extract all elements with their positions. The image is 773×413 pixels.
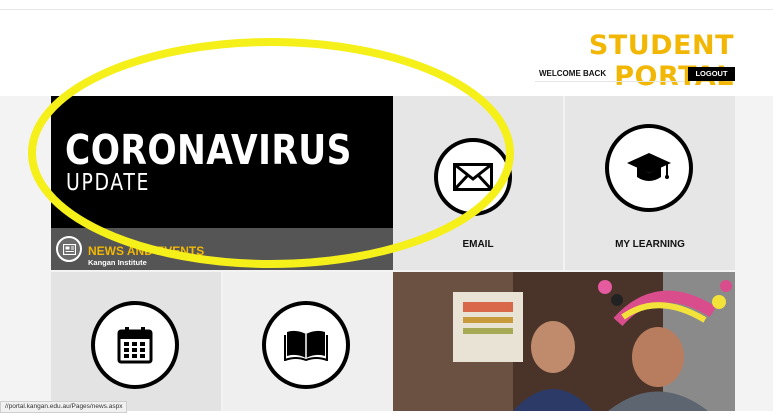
my-learning-label: MY LEARNING bbox=[615, 239, 685, 250]
email-icon-circle bbox=[434, 138, 512, 216]
my-learning-tile[interactable]: MY LEARNING bbox=[565, 96, 735, 270]
page-title: STUDENT PORTAL bbox=[588, 30, 734, 92]
book-icon bbox=[284, 330, 328, 361]
campus-photo[interactable] bbox=[393, 272, 735, 411]
learning-icon-circle bbox=[605, 124, 693, 212]
email-label: EMAIL bbox=[462, 239, 494, 250]
header-divider bbox=[0, 9, 773, 10]
library-tile[interactable] bbox=[223, 272, 393, 411]
logout-button[interactable]: LOGOUT bbox=[688, 67, 735, 81]
news-and-events-bar[interactable]: NEWS AND EVENTS Kangan Institute › bbox=[51, 228, 433, 270]
graduation-cap-icon bbox=[627, 153, 671, 181]
news-subtitle: Kangan Institute bbox=[88, 258, 147, 267]
students-photo-image bbox=[393, 272, 735, 411]
calendar-tile[interactable] bbox=[51, 272, 221, 411]
email-tile[interactable]: EMAIL bbox=[393, 96, 563, 270]
coronavirus-update-banner[interactable]: CORONAVIRUS UPDATE bbox=[51, 96, 393, 228]
banner-heading: CORONAVIRUS bbox=[65, 126, 352, 174]
banner-subheading: UPDATE bbox=[66, 170, 151, 196]
calendar-icon-circle bbox=[91, 301, 179, 389]
calendar-icon bbox=[117, 327, 153, 364]
welcome-text: WELCOME BACK bbox=[535, 66, 685, 82]
envelope-icon bbox=[453, 163, 493, 191]
news-title: NEWS AND EVENTS bbox=[88, 244, 205, 258]
browser-status-bar: //portal.kangan.edu.au/Pages/news.aspx bbox=[0, 401, 128, 413]
newspaper-icon bbox=[56, 236, 82, 262]
library-icon-circle bbox=[262, 301, 350, 389]
